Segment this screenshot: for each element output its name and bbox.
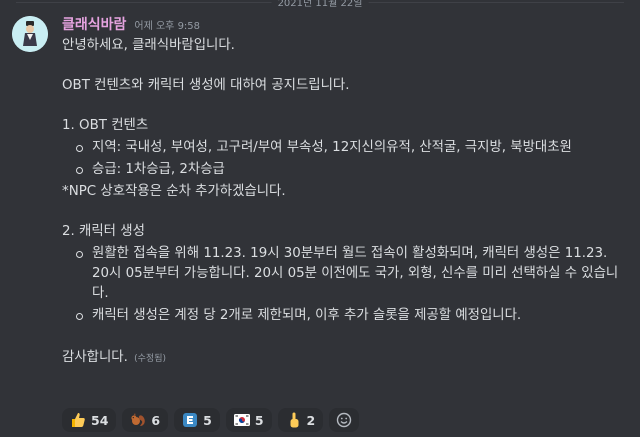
reaction-count: 5 — [203, 412, 212, 428]
avatar-figure-icon — [12, 16, 48, 52]
message-timestamp[interactable]: 어제 오후 9:58 — [134, 17, 200, 32]
message-header: 클래식바람 어제 오후 9:58 — [62, 14, 628, 36]
greeting-text: 안녕하세요, 클래식바람입니다. — [62, 38, 235, 53]
list-item: 승급: 1차승급, 2차승급 — [62, 160, 628, 180]
list-item: 지역: 국내성, 부여성, 고구려/부여 부속성, 12지신의유적, 산적굴, … — [62, 138, 628, 158]
reaction-count: 2 — [306, 412, 316, 428]
smiley-add-icon — [336, 412, 352, 428]
closing-text: 감사합니다. — [62, 350, 128, 365]
intro-text: OBT 컨텐츠와 캐릭터 생성에 대하여 공지드립니다. — [62, 78, 350, 93]
section2-list: 원활한 접속을 위해 11.23. 19시 30분부터 월드 접속이 활성화되며… — [62, 244, 628, 326]
npc-note: *NPC 상호작용은 순차 추가하겠습니다. — [62, 184, 286, 199]
edited-label: (수정됨) — [134, 354, 166, 364]
avatar[interactable] — [12, 16, 48, 52]
section2-heading: 2. 캐릭터 생성 — [62, 224, 145, 239]
korea-flag-icon — [233, 412, 250, 428]
message-content: 안녕하세요, 클래식바람입니다. OBT 컨텐츠와 캐릭터 생성에 대하여 공지… — [62, 36, 628, 369]
squirrel-icon — [130, 412, 146, 428]
reaction-count: 5 — [254, 412, 264, 428]
closing-line: 감사합니다. (수정됨) — [62, 348, 628, 369]
pointing-up-icon — [286, 412, 302, 428]
reaction-squirrel[interactable]: 6 — [122, 408, 169, 432]
message: 클래식바람 어제 오후 9:58 안녕하세요, 클래식바람입니다. OBT 컨텐… — [62, 14, 628, 369]
letter-e-icon — [182, 412, 198, 428]
list-item: 캐릭터 생성은 계정 당 2개로 제한되며, 이후 추가 슬롯을 제공할 예정입… — [62, 306, 628, 326]
date-divider: 2021년 11월 22일 — [0, 0, 640, 9]
thumbs-up-icon — [70, 412, 86, 428]
list-item: 원활한 접속을 위해 11.23. 19시 30분부터 월드 접속이 활성화되며… — [62, 244, 628, 304]
date-divider-label: 2021년 11월 22일 — [271, 0, 369, 9]
reaction-letter-e[interactable]: 5 — [174, 408, 220, 432]
reaction-count: 6 — [151, 412, 161, 428]
author-name[interactable]: 클래식바람 — [62, 14, 126, 34]
reaction-count: 54 — [91, 412, 109, 428]
section1-heading: 1. OBT 컨텐츠 — [62, 118, 149, 133]
reaction-thumbs-up[interactable]: 54 — [62, 408, 117, 432]
reaction-korea-flag[interactable]: 5 — [225, 408, 272, 432]
reaction-pointing-up[interactable]: 2 — [277, 408, 324, 432]
section1-list: 지역: 국내성, 부여성, 고구려/부여 부속성, 12지신의유적, 산적굴, … — [62, 138, 628, 180]
add-reaction-button[interactable] — [329, 408, 360, 432]
reactions-bar: 54 6 5 5 2 — [62, 408, 360, 432]
